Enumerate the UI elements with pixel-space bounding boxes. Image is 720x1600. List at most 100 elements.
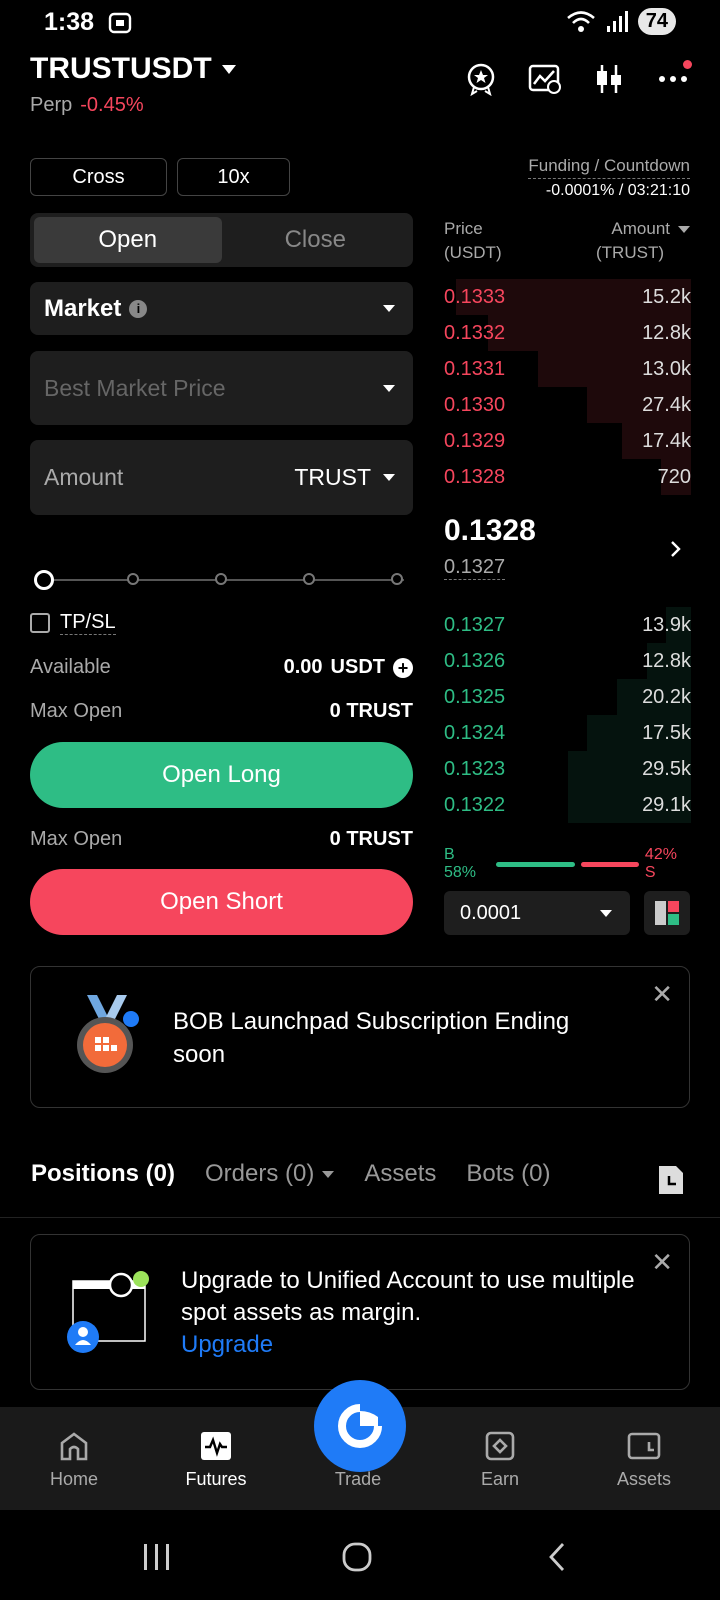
- ask-price: 0.1333: [444, 285, 506, 308]
- home-button-icon[interactable]: [342, 1542, 372, 1577]
- bid-amount: 29.1k: [642, 793, 691, 816]
- candlestick-icon[interactable]: [592, 62, 626, 96]
- ob-price-header: Price (USDT): [444, 217, 502, 265]
- ob-price-unit: (USDT): [444, 243, 502, 262]
- max-open-short-value: 0 TRUST: [329, 828, 413, 850]
- order-type-label: Market: [44, 294, 122, 322]
- amount-unit-select[interactable]: TRUST: [294, 464, 395, 491]
- battery-indicator: 74: [637, 8, 676, 35]
- chevron-right-icon[interactable]: [670, 540, 682, 563]
- close-icon[interactable]: ✕: [651, 1247, 673, 1278]
- tpsl-checkbox[interactable]: [30, 613, 50, 633]
- nav-earn-label: Earn: [480, 1469, 520, 1489]
- ask-row[interactable]: 0.1331 13.0k: [444, 351, 691, 387]
- funding-label[interactable]: Funding / Countdown: [528, 156, 690, 179]
- slider-mark-25[interactable]: [127, 573, 139, 585]
- nav-home[interactable]: Home: [24, 1431, 124, 1490]
- margin-mode-button[interactable]: Cross: [30, 158, 167, 196]
- open-close-tabs: Open Close: [30, 213, 413, 267]
- tpsl-label: TP/SL: [60, 611, 116, 635]
- ask-row[interactable]: 0.1329 17.4k: [444, 423, 691, 459]
- open-short-button[interactable]: Open Short: [30, 869, 413, 935]
- funding-value: -0.0001% / 03:21:10: [545, 182, 690, 199]
- nav-assets-label: Assets: [616, 1469, 672, 1489]
- tab-assets[interactable]: Assets: [364, 1160, 436, 1188]
- nav-assets[interactable]: Assets: [594, 1431, 694, 1490]
- bid-amount: 13.9k: [642, 613, 691, 636]
- max-open-long-value: 0 TRUST: [329, 700, 413, 722]
- bid-row[interactable]: 0.1327 13.9k: [444, 607, 691, 643]
- nav-trade[interactable]: Trade: [308, 1469, 408, 1490]
- order-type-select[interactable]: Market i: [30, 282, 413, 335]
- trade-button[interactable]: [314, 1380, 406, 1472]
- tpsl-toggle[interactable]: TP/SL: [30, 611, 116, 635]
- bid-row[interactable]: 0.1326 12.8k: [444, 643, 691, 679]
- tab-close[interactable]: Close: [222, 217, 410, 263]
- notification-dot: [683, 60, 692, 69]
- ask-row[interactable]: 0.1328 720: [444, 459, 691, 495]
- bid-amount: 20.2k: [642, 685, 691, 708]
- tab-orders-label: Orders (0): [205, 1160, 315, 1187]
- precision-select[interactable]: 0.0001: [444, 891, 630, 935]
- slider-mark-75[interactable]: [303, 573, 315, 585]
- bid-row[interactable]: 0.1325 20.2k: [444, 679, 691, 715]
- chevron-down-icon: [678, 225, 690, 233]
- back-icon[interactable]: [548, 1542, 566, 1577]
- divider: [0, 1217, 720, 1218]
- recent-apps-icon[interactable]: [142, 1544, 172, 1575]
- chevron-down-icon: [322, 1170, 335, 1178]
- earn-icon: [485, 1431, 515, 1461]
- bid-amount: 12.8k: [642, 649, 691, 672]
- more-icon[interactable]: [656, 60, 692, 96]
- price-change: -0.45%: [80, 94, 144, 116]
- upgrade-banner[interactable]: Upgrade to Unified Account to use multip…: [30, 1234, 690, 1390]
- last-price: 0.1328: [444, 514, 536, 547]
- bid-price: 0.1325: [444, 685, 506, 708]
- chevron-down-icon: [221, 64, 236, 74]
- badge-icon[interactable]: [464, 62, 498, 96]
- bid-row[interactable]: 0.1322 29.1k: [444, 787, 691, 823]
- upgrade-link[interactable]: Upgrade: [181, 1329, 651, 1361]
- leverage-button[interactable]: 10x: [177, 158, 290, 196]
- nav-earn[interactable]: Earn: [450, 1431, 550, 1490]
- nav-futures-label: Futures: [185, 1469, 247, 1489]
- close-icon[interactable]: ✕: [651, 979, 673, 1010]
- ask-row[interactable]: 0.1333 15.2k: [444, 279, 691, 315]
- tab-open[interactable]: Open: [34, 217, 222, 263]
- trade-logo-icon: [338, 1404, 382, 1448]
- tab-orders[interactable]: Orders (0): [205, 1160, 335, 1188]
- nav-futures[interactable]: Futures: [166, 1431, 266, 1490]
- ask-price: 0.1328: [444, 465, 506, 488]
- launchpad-banner[interactable]: BOB Launchpad Subscription Ending soon ✕: [30, 966, 690, 1108]
- bid-price: 0.1327: [444, 613, 506, 636]
- order-history-icon[interactable]: [656, 1164, 686, 1201]
- info-icon[interactable]: i: [129, 299, 148, 318]
- ask-row[interactable]: 0.1332 12.8k: [444, 315, 691, 351]
- add-funds-icon[interactable]: +: [393, 657, 413, 678]
- bid-row[interactable]: 0.1324 17.5k: [444, 715, 691, 751]
- open-long-button[interactable]: Open Long: [30, 742, 413, 808]
- slider-thumb[interactable]: [34, 570, 54, 590]
- mark-price[interactable]: 0.1327: [444, 556, 506, 580]
- tab-bots[interactable]: Bots (0): [466, 1160, 550, 1188]
- medal-icon: [71, 993, 141, 1082]
- layout-icon: [655, 901, 679, 925]
- ob-amount-label: Amount: [611, 219, 670, 238]
- ob-amount-header[interactable]: Amount (TRUST): [596, 217, 690, 265]
- tab-positions[interactable]: Positions (0): [31, 1160, 175, 1188]
- account-upgrade-icon: [65, 1265, 155, 1360]
- bid-row[interactable]: 0.1323 29.5k: [444, 751, 691, 787]
- futures-icon: [201, 1432, 231, 1460]
- price-input[interactable]: Best Market Price: [30, 351, 413, 425]
- slider-mark-100[interactable]: [391, 573, 403, 585]
- home-icon: [60, 1432, 88, 1461]
- pair-selector[interactable]: TRUSTUSDT: [30, 52, 236, 86]
- slider-mark-50[interactable]: [215, 573, 227, 585]
- chart-settings-icon[interactable]: [528, 62, 562, 96]
- ask-amount: 720: [657, 465, 691, 488]
- upgrade-text: Upgrade to Unified Account to use multip…: [181, 1267, 635, 1326]
- orderbook-layout-button[interactable]: [644, 891, 690, 935]
- ask-amount: 12.8k: [642, 321, 691, 344]
- ask-row[interactable]: 0.1330 27.4k: [444, 387, 691, 423]
- amount-input[interactable]: Amount TRUST: [30, 440, 413, 515]
